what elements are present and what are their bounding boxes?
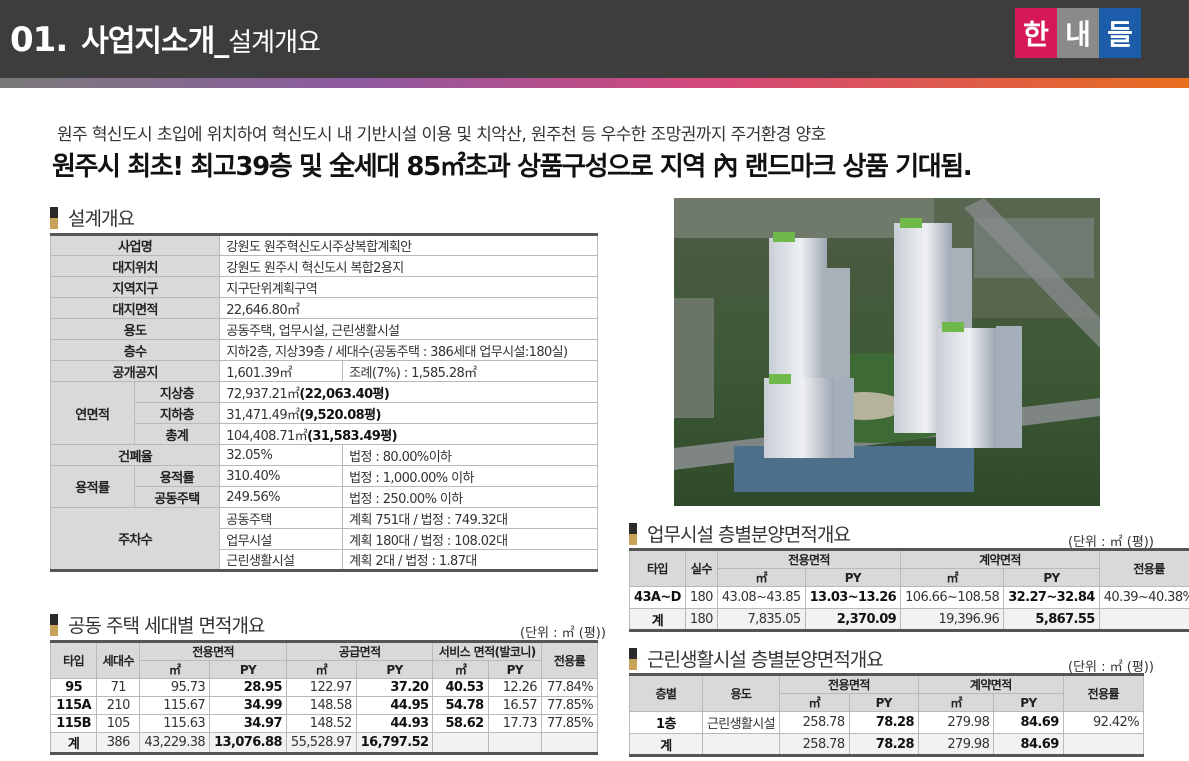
table-row: 지역지구 지구단위계획구역 [49, 276, 598, 298]
table-row: 대지위치 강원도 원주시 혁신도시 복합2용지 [49, 255, 598, 277]
brand-char-3: 들 [1099, 8, 1141, 58]
table-header-row: 타입 세대수 전용면적 공급면적 서비스 면적(발코니) 전용률 [49, 641, 599, 679]
table-header-row: 층별 용도 전용면적 계약면적 전용률 [629, 674, 1145, 712]
page-header: 01. 사업지소개_설계개요 한 내 들 [0, 0, 1189, 78]
office-section-title: 업무시설 층별분양면적개요 [629, 520, 851, 547]
title-sub: 설계개요 [228, 28, 321, 58]
design-section-title: 설계개요 [50, 204, 135, 231]
section-bar-icon [629, 647, 637, 670]
table-row: 주차수 공동주택 계획 751대 / 법정 : 749.32대 [49, 507, 598, 571]
table-row: 1층 근린생활시설 258.78 78.28 279.98 84.69 92.4… [629, 711, 1145, 734]
section-bar-icon [629, 522, 637, 545]
table-row: 115A 210 115.67 34.99 148.58 44.95 54.78… [49, 696, 599, 715]
rendering-svg [674, 198, 1100, 506]
table-row: 사업명 강원도 원주혁신도시주상복합계획안 [49, 234, 598, 256]
table-row: 95 71 95.73 28.95 122.97 37.20 40.53 12.… [49, 678, 599, 697]
units-unit-label: (단위 : ㎡ (평)) [520, 626, 606, 641]
design-table: 사업명 강원도 원주혁신도시주상복합계획안 대지위치 강원도 원주시 혁신도시 … [49, 233, 598, 572]
units-section-title: 공동 주택 세대별 면적개요 [50, 611, 265, 638]
section-bar-icon [50, 206, 58, 229]
table-header-row: 타입 실수 전용면적 계약면적 전용률 [629, 549, 1189, 587]
retail-section-title: 근린생활시설 층별분양면적개요 [629, 645, 884, 672]
brand-char-1: 한 [1015, 8, 1057, 58]
table-total-row: 계 386 43,229.38 13,076.88 55,528.97 16,7… [49, 732, 599, 754]
table-total-row: 계 180 7,835.05 2,370.09 19,396.96 5,867.… [629, 608, 1189, 631]
brand-char-2: 내 [1057, 8, 1099, 58]
table-row: 공개공지 1,601.39㎡ 조례(7%) : 1,585.28㎡ [49, 360, 598, 382]
section-bar-icon [50, 613, 58, 636]
header-stripe [0, 78, 1189, 88]
table-row: 43A~D 180 43.08~43.85 13.03~13.26 106.66… [629, 586, 1189, 609]
table-total-row: 계 258.78 78.28 279.98 84.69 [629, 733, 1145, 756]
headline: 원주시 최초! 최고39층 및 全세대 85㎡초과 상품구성으로 지역 內 랜드… [52, 152, 973, 182]
building-rendering-image [674, 198, 1100, 506]
table-row: 115B 105 115.63 34.97 148.52 44.93 58.62… [49, 714, 599, 733]
table-row: 대지면적 22,646.80㎡ [49, 297, 598, 319]
section-number: 01. [10, 20, 68, 60]
title-main: 사업지소개_ [81, 24, 229, 59]
table-row: 건폐율 32.05% 법정 : 80.00%이하 [49, 444, 598, 466]
table-row: 층수 지하2층, 지상39층 / 세대수(공동주택 : 386세대 업무시설:1… [49, 339, 598, 361]
office-area-table: 타입 실수 전용면적 계약면적 전용률 ㎡ PY ㎡ PY 43A~D 180 … [629, 548, 1189, 632]
page-title: 01. 사업지소개_설계개요 [10, 16, 321, 60]
retail-area-table: 층별 용도 전용면적 계약면적 전용률 ㎡ PY ㎡ PY 1층 근린생활시설 … [629, 673, 1145, 757]
unit-area-table: 타입 세대수 전용면적 공급면적 서비스 면적(발코니) 전용률 ㎡ PY ㎡ … [49, 640, 599, 755]
table-row: 연면적 지상층 72,937.21㎡(22,063.40평) [50, 381, 598, 445]
table-row: 용도 공동주택, 업무시설, 근린생활시설 [49, 318, 598, 340]
table-row: 용적률 용적률 310.40% 법정 : 1,000.00% 이하 [50, 465, 598, 508]
brand-logo: 한 내 들 [1015, 8, 1141, 58]
intro-line: 원주 혁신도시 초입에 위치하여 혁신도시 내 기반시설 이용 및 치악산, 원… [57, 125, 826, 145]
